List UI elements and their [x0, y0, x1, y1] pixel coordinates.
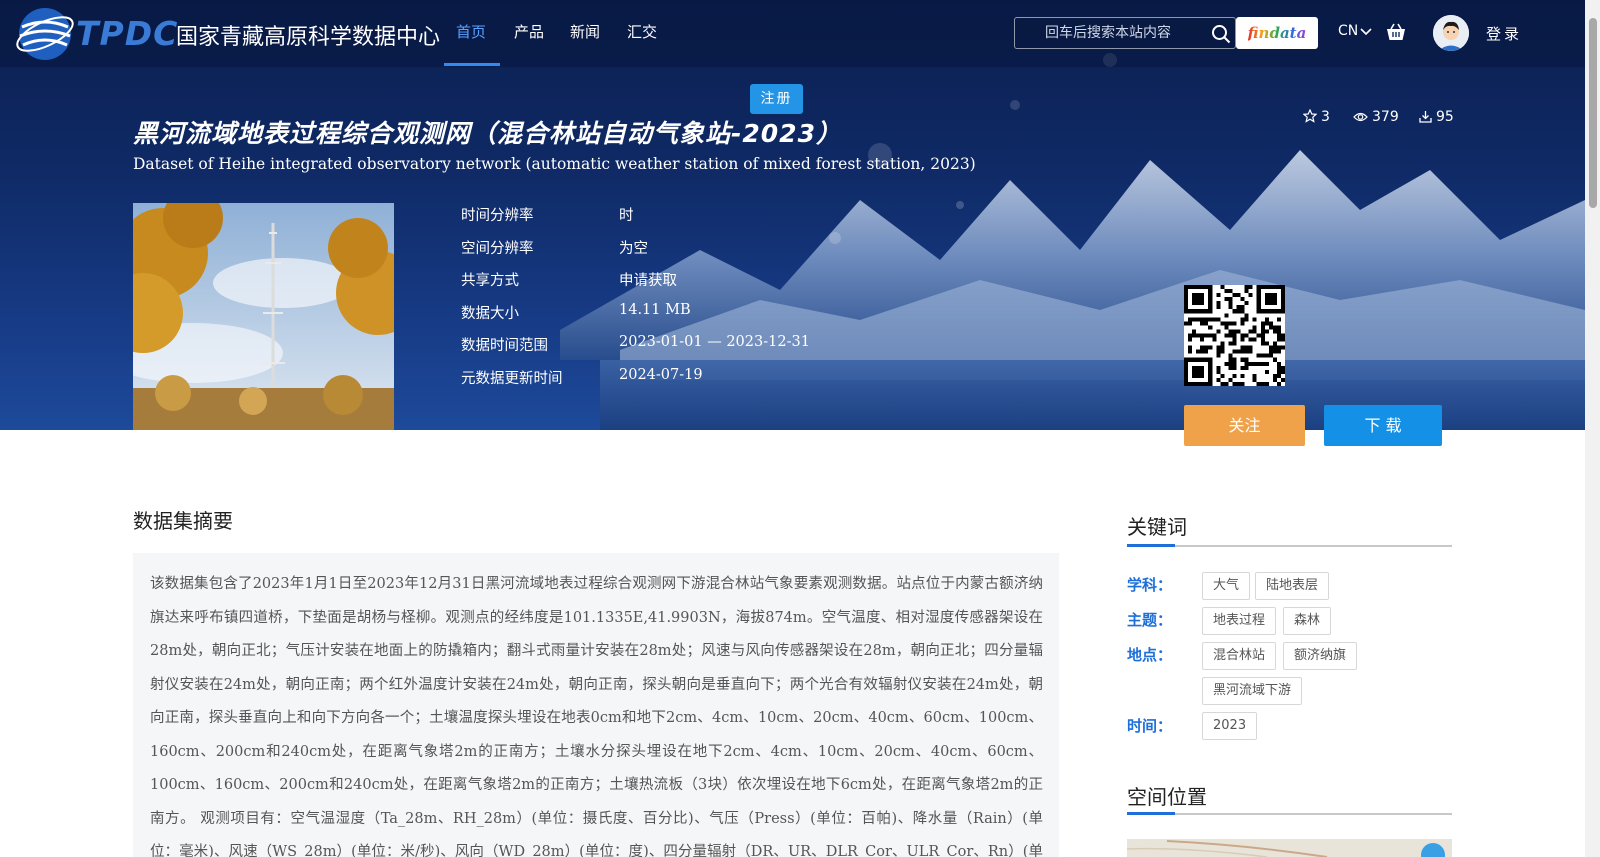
- user-avatar-icon: [1433, 15, 1469, 51]
- keyword-tag[interactable]: 地表过程: [1202, 607, 1277, 635]
- register-button[interactable]: 注册: [750, 84, 803, 114]
- keyword-label-discipline: 学科：: [1127, 576, 1173, 594]
- nav-item-home[interactable]: 首页: [456, 21, 486, 42]
- map-marker-icon: [1421, 843, 1445, 857]
- meta-value-metadata-updated: 2024-07-19: [619, 367, 703, 383]
- search-box: [1014, 17, 1236, 49]
- scrollbar-thumb[interactable]: [1589, 18, 1597, 208]
- logo-text[interactable]: TPDC: [76, 14, 178, 53]
- meta-value-time-range: 2023-01-01 — 2023-12-31: [619, 334, 810, 350]
- tpdc-globe-logo[interactable]: [14, 3, 76, 65]
- star-count[interactable]: 3: [1302, 108, 1330, 125]
- abstract-heading: 数据集摘要: [133, 509, 233, 533]
- findata-label: findata: [1247, 24, 1307, 42]
- keywords-heading: 关键词: [1127, 515, 1187, 539]
- nav-item-news[interactable]: 新闻: [570, 21, 600, 42]
- map-preview: [1127, 840, 1445, 857]
- nav-item-products[interactable]: 产品: [514, 21, 544, 42]
- keywords-divider: [1127, 545, 1452, 547]
- eye-icon: [1353, 112, 1368, 122]
- view-count-value: 379: [1372, 109, 1399, 125]
- download-icon: [1419, 111, 1432, 123]
- keyword-label-place: 地点：: [1127, 646, 1173, 664]
- keyword-tag[interactable]: 森林: [1283, 607, 1332, 635]
- meta-label-sharing: 共享方式: [461, 273, 519, 289]
- keyword-tag[interactable]: 大气: [1202, 572, 1251, 600]
- meta-label-metadata-updated: 元数据更新时间: [461, 371, 563, 387]
- dataset-title-en: Dataset of Heihe integrated observatory …: [133, 155, 976, 173]
- download-count-value: 95: [1436, 109, 1454, 125]
- login-link[interactable]: 登录: [1486, 23, 1522, 44]
- location-divider-accent: [1127, 812, 1175, 815]
- search-icon[interactable]: [1211, 24, 1231, 44]
- dataset-title-cn: 黑河流域地表过程综合观测网（混合林站自动气象站-2023）: [133, 119, 842, 148]
- meta-label-time-range: 数据时间范围: [461, 338, 548, 354]
- meta-label-size: 数据大小: [461, 306, 519, 322]
- meta-value-time-resolution: 时: [619, 208, 634, 224]
- star-count-value: 3: [1321, 109, 1330, 125]
- location-heading: 空间位置: [1127, 785, 1207, 809]
- chevron-down-icon[interactable]: [1360, 28, 1372, 36]
- keyword-tag[interactable]: 额济纳旗: [1283, 642, 1358, 670]
- keyword-tag[interactable]: 混合林站: [1202, 642, 1277, 670]
- meta-value-spatial-resolution: 为空: [619, 241, 648, 257]
- download-count: 95: [1419, 109, 1454, 125]
- active-tab-indicator: [444, 63, 500, 66]
- keyword-label-time: 时间：: [1127, 717, 1173, 735]
- view-count: 379: [1353, 109, 1399, 125]
- search-input[interactable]: [1015, 18, 1205, 48]
- meta-label-time-resolution: 时间分辨率: [461, 208, 534, 224]
- keywords-divider-accent: [1127, 544, 1175, 547]
- meta-value-size: 14.11 MB: [619, 302, 691, 318]
- meta-label-spatial-resolution: 空间分辨率: [461, 241, 534, 257]
- nav-item-submit[interactable]: 汇交: [627, 21, 657, 42]
- language-selector[interactable]: CN: [1338, 23, 1358, 39]
- keyword-tag[interactable]: 2023: [1202, 712, 1258, 740]
- download-button[interactable]: 下 载: [1324, 405, 1442, 446]
- meta-value-sharing: 申请获取: [619, 273, 677, 289]
- abstract-text: 该数据集包含了2023年1月1日至2023年12月31日黑河流域地表过程综合观测…: [133, 553, 1059, 857]
- avatar[interactable]: [1433, 15, 1469, 51]
- dataset-thumbnail: [133, 203, 394, 430]
- follow-button[interactable]: 关注: [1184, 405, 1305, 446]
- location-divider: [1127, 813, 1452, 815]
- basket-icon[interactable]: [1385, 22, 1407, 42]
- weather-tower-photo: [133, 203, 394, 430]
- site-name[interactable]: 国家青藏高原科学数据中心: [176, 19, 440, 51]
- location-map[interactable]: [1127, 839, 1452, 857]
- keyword-label-theme: 主题：: [1127, 611, 1173, 629]
- keyword-tag[interactable]: 黑河流域下游: [1202, 677, 1303, 705]
- star-icon: [1302, 108, 1318, 123]
- keyword-tag[interactable]: 陆地表层: [1255, 572, 1330, 600]
- qr-code: [1184, 285, 1285, 386]
- findata-button[interactable]: findata: [1236, 17, 1318, 49]
- top-navbar: TPDC 国家青藏高原科学数据中心 首页 产品 新闻 汇交 findata CN: [0, 0, 1585, 67]
